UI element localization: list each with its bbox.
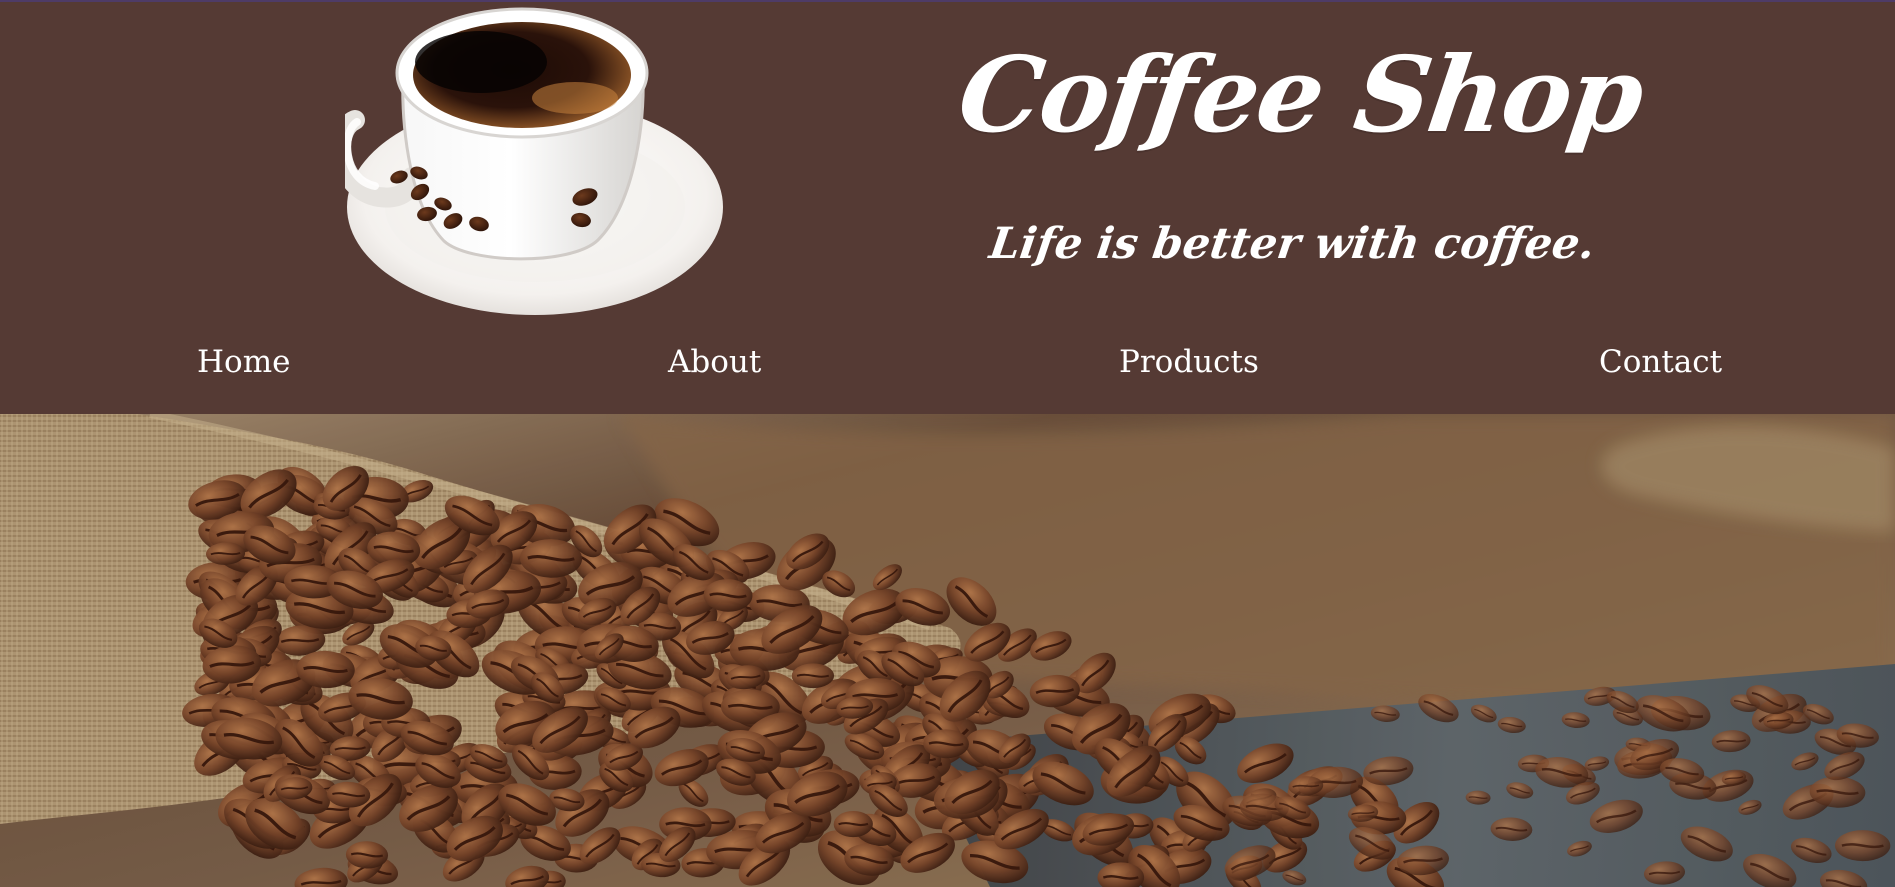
coffee-beans-hero-image	[0, 414, 1895, 887]
hero-image	[0, 414, 1895, 887]
nav-products[interactable]: Products	[1119, 332, 1259, 392]
coffee-cup-logo	[331, 2, 735, 322]
coffee-highlight	[415, 31, 547, 93]
site-header: Coffee Shop Life is better with coffee. …	[0, 0, 1895, 414]
nav-home[interactable]: Home	[197, 332, 290, 392]
nav-about[interactable]: About	[668, 332, 761, 392]
coffee-shop-page: Coffee Shop Life is better with coffee. …	[0, 0, 1895, 887]
nav-contact[interactable]: Contact	[1599, 332, 1722, 392]
coffee-crema	[532, 82, 618, 114]
hero-shade	[0, 414, 1895, 887]
site-title: Coffee Shop	[951, 33, 1650, 156]
coffee-cup-icon	[331, 7, 723, 315]
main-navigation: Home About Products Contact	[0, 332, 1895, 392]
site-tagline: Life is better with coffee.	[986, 219, 1599, 269]
